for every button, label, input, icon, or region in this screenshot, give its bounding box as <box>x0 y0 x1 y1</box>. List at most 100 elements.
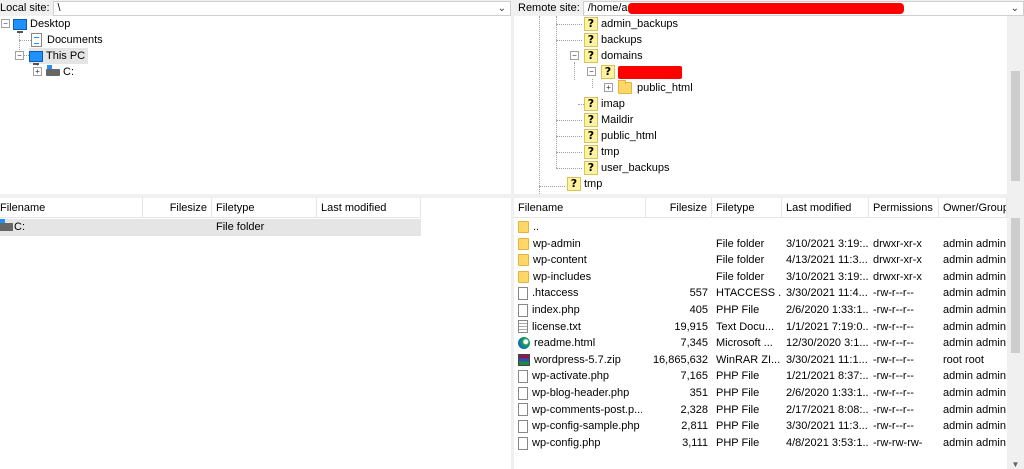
domains-collapse-toggle[interactable]: − <box>570 51 579 60</box>
file-size <box>646 236 712 253</box>
tree-item-c-drive[interactable]: C: <box>46 64 74 80</box>
table-row[interactable]: wordpress-5.7.zip 16,865,632 WinRAR ZI... 3… <box>514 352 1007 369</box>
table-row[interactable]: readme.html 7,345 Microsoft ... 12/30/2020 … <box>514 335 1007 352</box>
scroll-down-icon[interactable]: ▼ <box>1007 460 1024 469</box>
tree-line <box>556 120 582 121</box>
this-pc-collapse-toggle[interactable]: − <box>15 51 24 60</box>
remote-site-pane: Remote site: /home/a ⌄ ? admin_backups ?… <box>514 0 1024 194</box>
tree-item-public-html-sub[interactable]: public_html <box>618 80 693 96</box>
drive-icon <box>46 64 60 76</box>
file-type: PHP File <box>716 370 760 383</box>
tree-item-domain-redacted[interactable]: ? <box>601 64 682 80</box>
table-row[interactable]: wp-activate.php 7,165 PHP File 1/21/2021 8:… <box>514 368 1007 385</box>
file-owner-group: admin admin <box>943 420 1006 433</box>
tree-item-tmp-inner[interactable]: ? tmp <box>584 144 619 160</box>
table-row[interactable]: license.txt 19,915 Text Docu... 1/1/2021 7:… <box>514 319 1007 336</box>
c-drive-expand-toggle[interactable]: + <box>33 67 42 76</box>
question-icon: ? <box>584 161 598 175</box>
file-icon <box>518 370 528 384</box>
column-filesize[interactable]: Filesize <box>143 198 212 218</box>
tree-item-admin-backups[interactable]: ? admin_backups <box>584 16 678 32</box>
local-site-path-input[interactable]: \ ⌄ <box>52 0 511 16</box>
local-site-pane: Local site: \ ⌄ − Desktop Documents − Th… <box>0 0 511 194</box>
file-type: HTACCESS ... <box>716 287 782 300</box>
remote-site-bar: Remote site: /home/a ⌄ <box>514 0 1024 16</box>
file-modified <box>317 219 421 236</box>
column-filetype[interactable]: Filetype <box>712 198 782 218</box>
file-type: PHP File <box>716 436 760 449</box>
file-permissions: -rw-r--r-- <box>873 320 914 333</box>
file-type: File folder <box>716 254 765 267</box>
tree-item-documents[interactable]: Documents <box>31 32 103 48</box>
tree-item-maildir[interactable]: ? Maildir <box>584 112 633 128</box>
file-permissions: drwxr-xr-x <box>873 254 922 267</box>
table-row[interactable]: wp-admin File folder 3/10/2021 3:19:... drw… <box>514 236 1007 253</box>
remote-site-path-input[interactable]: /home/a ⌄ <box>582 0 1024 16</box>
remote-list-scrollbar[interactable]: ▼ <box>1007 198 1024 469</box>
file-owner-group: admin admin <box>943 304 1006 316</box>
tree-item-backups[interactable]: ? backups <box>584 32 642 48</box>
tree-item-this-pc[interactable]: This PC <box>29 48 89 65</box>
list-item[interactable]: C: File folder <box>0 219 421 236</box>
file-owner-group: admin admin <box>943 337 1006 350</box>
tree-line <box>556 152 582 153</box>
tree-item-user-backups[interactable]: ? user_backups <box>584 160 670 176</box>
chevron-down-icon[interactable]: ⌄ <box>498 2 506 15</box>
column-filename[interactable]: Filename <box>0 198 143 218</box>
file-modified: 3/10/2021 3:19:... <box>786 237 869 250</box>
tree-item-public-html[interactable]: ? public_html <box>584 128 657 144</box>
table-row[interactable]: wp-includes File folder 3/10/2021 3:19:...… <box>514 269 1007 286</box>
table-row[interactable]: wp-config.php 3,111 PHP File 4/8/2021 3:53:… <box>514 435 1007 452</box>
tree-line <box>19 40 31 41</box>
column-filename[interactable]: Filename <box>514 198 646 218</box>
public-html-expand-toggle[interactable]: + <box>604 83 613 92</box>
tree-item-domains[interactable]: ? domains <box>584 48 643 64</box>
tree-line <box>556 16 557 168</box>
tree-item-imap[interactable]: ? imap <box>584 96 625 112</box>
chevron-down-icon[interactable]: ⌄ <box>1011 2 1019 15</box>
file-type: File folder <box>716 270 765 283</box>
file-name: wp-comments-post.p... <box>514 402 646 419</box>
column-owner-group[interactable]: Owner/Group <box>939 198 1007 218</box>
desktop-collapse-toggle[interactable]: − <box>1 19 10 28</box>
remote-site-path-text: /home/a <box>587 1 628 14</box>
remote-tree-scrollbar[interactable] <box>1007 16 1024 194</box>
winrar-icon <box>518 354 530 367</box>
file-icon <box>518 436 528 450</box>
file-name: wp-config.php <box>514 435 646 452</box>
folder-icon <box>518 237 529 250</box>
column-filesize[interactable]: Filesize <box>646 198 712 218</box>
column-filetype[interactable]: Filetype <box>212 198 317 218</box>
file-modified: 4/13/2021 11:3... <box>786 254 868 267</box>
tree-line <box>556 40 582 41</box>
table-row[interactable]: wp-config-sample.php 2,811 PHP File 3/30/20… <box>514 418 1007 435</box>
table-row[interactable]: wp-blog-header.php 351 PHP File 2/6/2020 1:… <box>514 385 1007 402</box>
remote-file-list: ⌃ Filename Filesize Filetype Last modifi… <box>514 198 1024 469</box>
tree-line <box>574 62 575 80</box>
column-last-modified[interactable]: Last modified <box>317 198 421 218</box>
tree-item-tmp[interactable]: ? tmp <box>567 176 602 192</box>
table-row[interactable]: .htaccess 557 HTACCESS ... 3/30/2021 11:4..… <box>514 285 1007 302</box>
file-owner-group: admin admin <box>943 370 1006 383</box>
tree-item-desktop[interactable]: Desktop <box>13 16 70 33</box>
file-name-text: wp-content <box>533 254 587 267</box>
question-icon: ? <box>584 129 598 143</box>
redacted-path <box>627 2 904 14</box>
file-owner-group: admin admin <box>943 403 1006 416</box>
column-last-modified[interactable]: Last modified <box>782 198 869 218</box>
file-modified: 2/6/2020 1:33:1... <box>786 387 869 399</box>
table-row[interactable]: .. <box>514 219 1007 236</box>
file-name: wp-includes <box>514 269 646 286</box>
tree-item-label: Maildir <box>601 114 634 126</box>
file-type: Text Docu... <box>716 320 775 333</box>
scrollbar-thumb[interactable] <box>1011 218 1020 353</box>
file-size: 16,865,632 <box>652 353 708 366</box>
table-row[interactable]: wp-comments-post.p... 2,328 PHP File 2/17/2… <box>514 402 1007 419</box>
table-row[interactable]: wp-content File folder 4/13/2021 11:3... dr… <box>514 252 1007 269</box>
tree-item-label: imap <box>601 98 625 110</box>
column-permissions[interactable]: Permissions <box>869 198 939 218</box>
table-row[interactable]: index.php 405 PHP File 2/6/2020 1:33:1... -r… <box>514 302 1007 319</box>
domain-collapse-toggle[interactable]: − <box>587 67 596 76</box>
file-size: 351 <box>689 387 708 399</box>
scrollbar-thumb[interactable] <box>1011 71 1020 181</box>
